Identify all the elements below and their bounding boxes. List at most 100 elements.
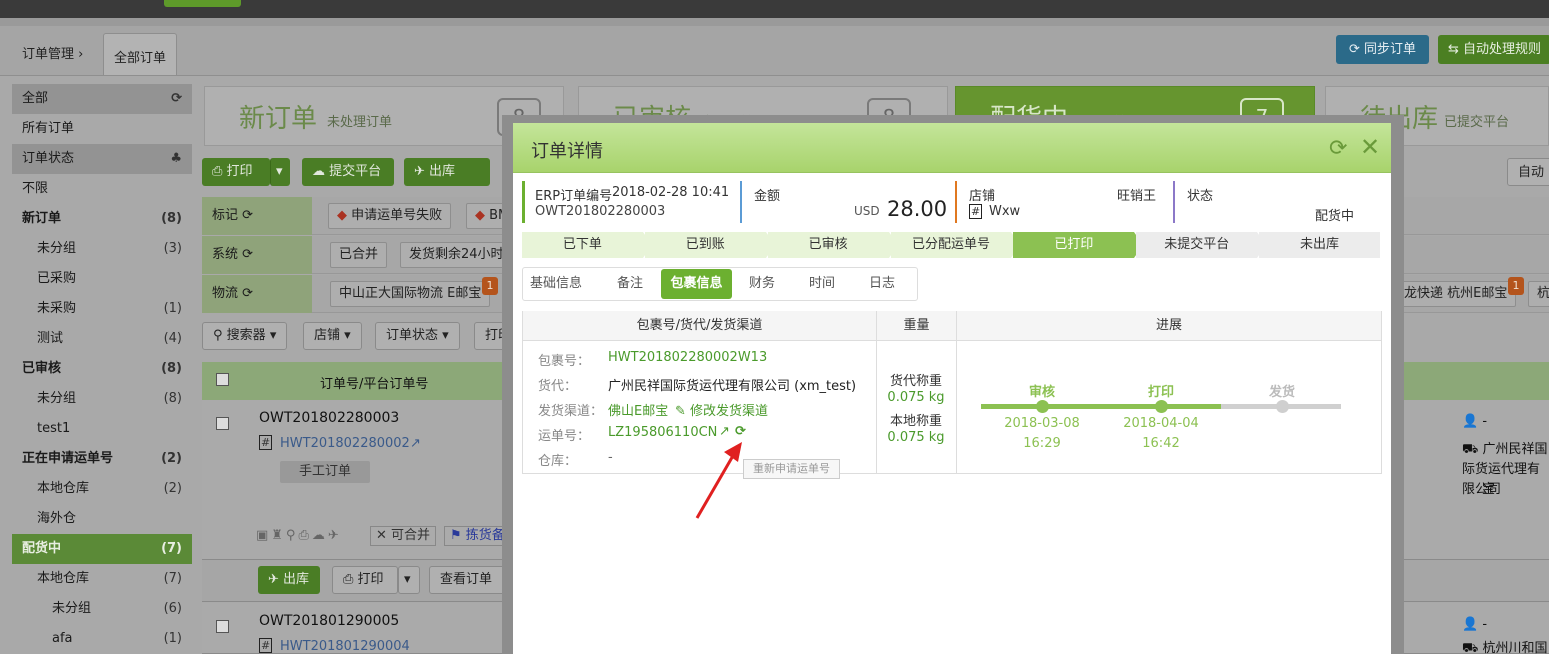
- order-status-dropdown[interactable]: 订单状态 ▾: [375, 322, 460, 350]
- sidebar-item[interactable]: 所有订单: [12, 114, 192, 144]
- sidebar-item[interactable]: 新订单 (8): [12, 204, 192, 234]
- sidebar-item[interactable]: test1: [12, 414, 192, 444]
- erp-date: 2018-02-28 10:41: [612, 185, 730, 200]
- tracking-value[interactable]: LZ195806110CN: [608, 425, 717, 440]
- forwarder-value: 广州民祥国际货运代理有限公司 (xm_test): [608, 379, 857, 394]
- shop-label: 店铺: [314, 328, 341, 343]
- tab-detail[interactable]: 基础信息: [526, 267, 586, 301]
- modal-title: 订单详情: [531, 141, 603, 162]
- stage-sub: 已提交平台: [1444, 115, 1510, 130]
- sidebar-item[interactable]: 测试 (4): [12, 324, 192, 354]
- chip-label: 颐龙快递 杭州E邮宝: [1391, 286, 1508, 301]
- order-number[interactable]: OWT201801290005: [259, 613, 399, 629]
- auto-button[interactable]: 自动: [1507, 158, 1549, 186]
- reapply-refresh-icon[interactable]: ⟳: [735, 424, 746, 439]
- auto-rules-button[interactable]: ⇆ 自动处理规则: [1438, 35, 1549, 64]
- erp-order-card: ERP订单编号 2018-02-28 10:41 OWT201802280003: [522, 181, 738, 223]
- breadcrumb-root[interactable]: 订单管理 ›: [22, 43, 83, 62]
- tab-detail[interactable]: 日志: [852, 267, 912, 301]
- row-checkbox[interactable]: [216, 620, 229, 633]
- sidebar-item[interactable]: 配货中 (7): [12, 534, 192, 564]
- refresh-icon[interactable]: ⟳: [1329, 136, 1347, 161]
- mark-label-text: 标记: [212, 208, 239, 223]
- platform-order-link[interactable]: HWT201801290004: [280, 639, 410, 654]
- order-number[interactable]: OWT201802280003: [259, 410, 399, 426]
- refresh-icon[interactable]: ⟳: [242, 247, 253, 262]
- forwarder-weight-value: 0.075 kg: [887, 390, 945, 405]
- sidebar-item[interactable]: 未采购 (1): [12, 294, 192, 324]
- close-icon[interactable]: ✕: [1360, 133, 1380, 161]
- sidebar-item[interactable]: 本地仓库 (7): [12, 564, 192, 594]
- filter-chip[interactable]: 已合并: [330, 242, 388, 268]
- external-link-icon[interactable]: ↗: [410, 436, 421, 451]
- print-button[interactable]: ⎙ 打印: [202, 158, 270, 186]
- filter-chip[interactable]: ◆ 申请运单号失败: [328, 203, 452, 229]
- sidebar-item-label: 所有订单: [22, 121, 75, 136]
- local-weight-value: 0.075 kg: [887, 430, 945, 445]
- row-print-button[interactable]: ⎙ 打印: [332, 566, 398, 594]
- tab-detail[interactable]: 备注: [600, 267, 660, 301]
- manual-order-tag: 手工订单: [280, 461, 370, 483]
- refresh-icon[interactable]: ⟳: [242, 286, 253, 301]
- status-value: 配货中: [1315, 209, 1355, 224]
- sidebar-item-count: (8): [163, 391, 182, 406]
- sidebar-item[interactable]: 全部 ⟳: [12, 84, 192, 114]
- filter-chip[interactable]: 中山正大国际物流 E邮宝: [330, 281, 491, 307]
- view-order-label: 查看订单: [440, 572, 493, 587]
- sidebar-item-label: 未采购: [37, 301, 77, 316]
- sidebar-item[interactable]: 不限: [12, 174, 192, 204]
- timeline-track-done: [981, 404, 1221, 409]
- shop-dropdown[interactable]: 店铺 ▾: [303, 322, 362, 350]
- sidebar-item-count: (8): [161, 361, 182, 376]
- timeline-dot: [1276, 400, 1289, 413]
- tracking-label: 运单号：: [538, 429, 591, 444]
- sync-orders-button[interactable]: ⟳ 同步订单: [1336, 35, 1429, 64]
- row-checkbox[interactable]: [216, 417, 229, 430]
- status-label: 状态: [1187, 189, 1214, 204]
- search-icon: ⚲: [213, 328, 223, 343]
- top-green-button[interactable]: [164, 0, 241, 7]
- sidebar-item[interactable]: 未分组 (3): [12, 234, 192, 264]
- reapply-tracking-tooltip: 重新申请运单号: [743, 459, 840, 479]
- grid-header-weight: 重量: [876, 311, 956, 341]
- sidebar-item[interactable]: 已采购: [12, 264, 192, 294]
- chip-label: 中山正大国际物流 E邮宝: [339, 286, 482, 301]
- progress-step-label: 已分配运单号: [911, 237, 990, 252]
- forwarder-label: 货代：: [538, 379, 578, 394]
- sidebar-item[interactable]: 已审核 (8): [12, 354, 192, 384]
- system-filter-label: 系统 ⟳: [202, 236, 312, 274]
- sidebar-item[interactable]: 海外仓: [12, 504, 192, 534]
- sidebar-item-label: 已审核: [22, 361, 62, 376]
- tab-detail[interactable]: 包裹信息: [661, 269, 732, 299]
- submit-platform-button[interactable]: ☁ 提交平台: [302, 158, 394, 186]
- row-print-dropdown[interactable]: ▾: [398, 566, 420, 594]
- sidebar-item[interactable]: afa (1): [12, 624, 192, 654]
- sidebar-item[interactable]: 本地仓库 (2): [12, 474, 192, 504]
- outbound-button[interactable]: ✈ 出库: [404, 158, 490, 186]
- sidebar-item[interactable]: 未分组 (8): [12, 384, 192, 414]
- print-label: 打印: [226, 164, 253, 179]
- filter-chip[interactable]: 杭: [1528, 281, 1549, 307]
- row-outbound-button[interactable]: ✈ 出库: [258, 566, 320, 594]
- view-order-button[interactable]: 查看订单: [429, 566, 507, 594]
- sidebar-item-label: 未分组: [52, 601, 92, 616]
- refresh-icon[interactable]: ⟳: [242, 208, 253, 223]
- searcher-button[interactable]: ⚲ 搜索器 ▾: [202, 322, 288, 350]
- select-all-checkbox[interactable]: [216, 373, 229, 386]
- tag-icon: ◆: [475, 208, 485, 223]
- external-link-icon[interactable]: ↗: [719, 424, 730, 439]
- edit-channel-link[interactable]: ✎ 修改发货渠道: [675, 400, 768, 419]
- sidebar-item[interactable]: 正在申请运单号 (2): [12, 444, 192, 474]
- print-dropdown-button[interactable]: ▾: [270, 158, 290, 186]
- sidebar-item[interactable]: 订单状态 ♣: [12, 144, 192, 174]
- tab-all-orders[interactable]: 全部订单: [103, 33, 177, 75]
- platform-order-link[interactable]: HWT201802280002: [280, 436, 410, 451]
- sidebar-item-count: (6): [163, 601, 182, 616]
- ebay-icon: #: [259, 435, 273, 450]
- ebay-icon: #: [969, 204, 983, 219]
- mergeable-tag[interactable]: ✕ 可合并: [370, 526, 437, 546]
- tab-detail[interactable]: 财务: [732, 267, 792, 301]
- sidebar-item[interactable]: 未分组 (6): [12, 594, 192, 624]
- tab-detail[interactable]: 时间: [792, 267, 852, 301]
- buyer-name: -: [1482, 414, 1488, 429]
